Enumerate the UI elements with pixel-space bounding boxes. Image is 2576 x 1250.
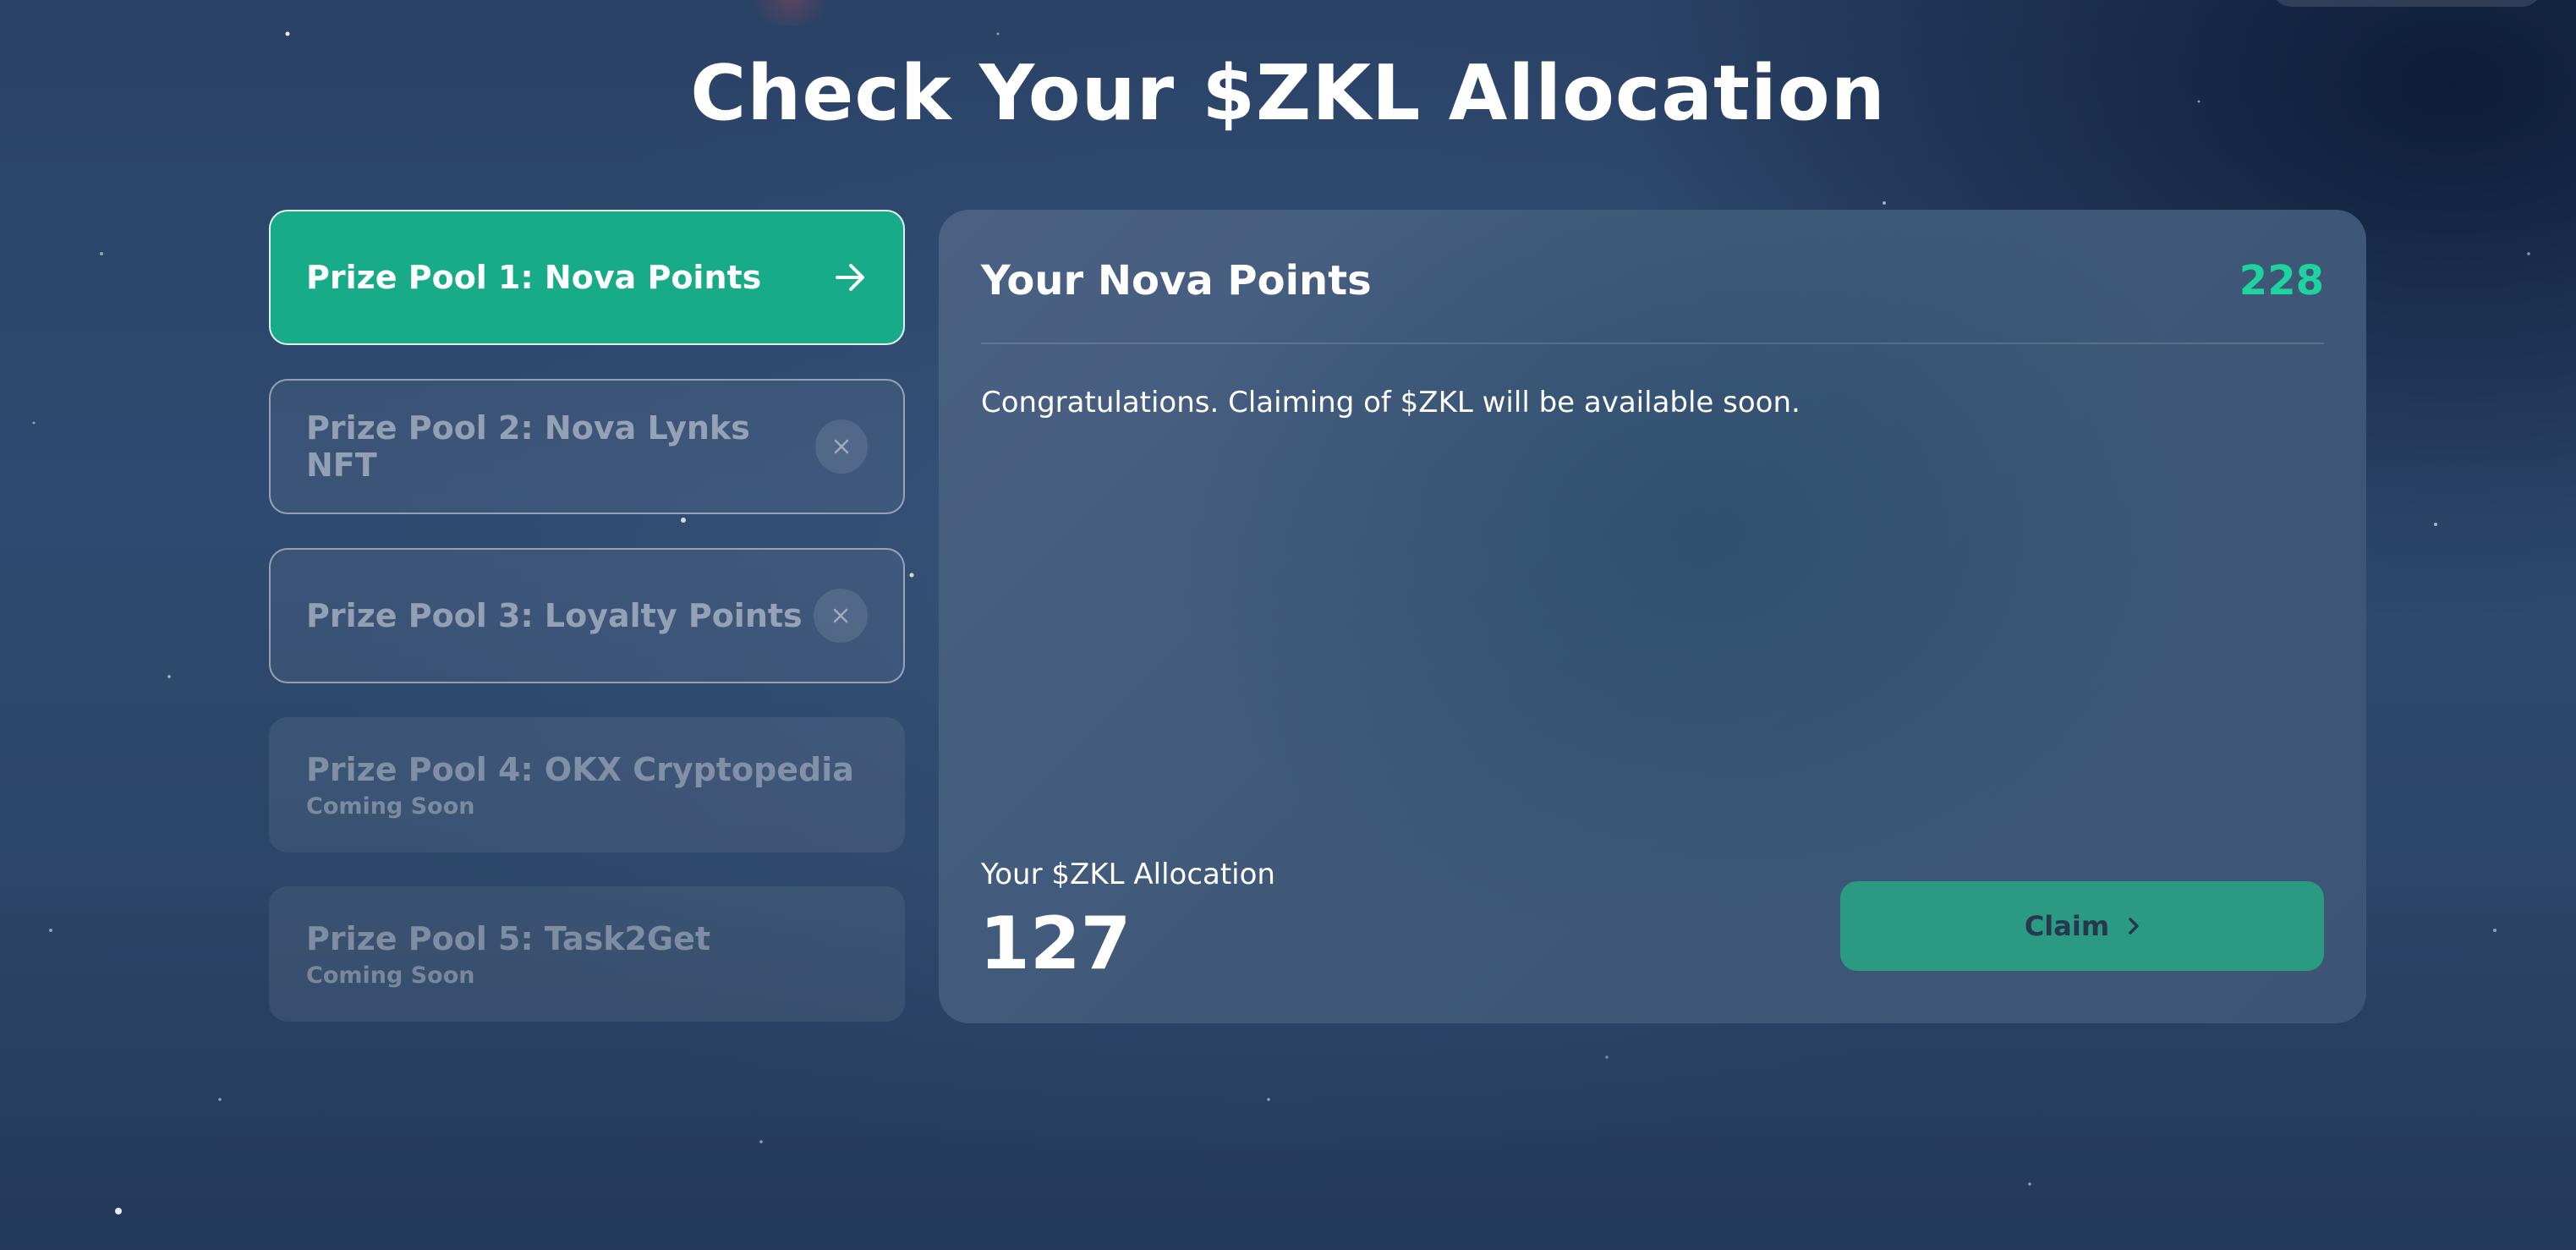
prize-pool-3-tab[interactable]: Prize Pool 3: Loyalty Points [269,548,905,683]
status-message: Congratulations. Claiming of $ZKL will b… [981,386,1800,419]
close-icon [814,589,868,643]
prize-pool-5-tab: Prize Pool 5: Task2Get Coming Soon [269,886,905,1022]
prize-pool-label: Prize Pool 2: Nova Lynks NFT [306,409,750,484]
arrow-right-icon [834,260,868,294]
claim-button[interactable]: Claim [1840,881,2324,971]
claim-button-label: Claim [2024,910,2110,942]
prize-pool-label: Prize Pool 1: Nova Points [306,259,762,296]
page-title: Check Your $ZKL Allocation [690,49,1886,138]
allocation-label: Your $ZKL Allocation [981,858,1275,891]
prize-pool-label: Prize Pool 5: Task2Get [306,919,711,957]
close-icon [815,419,868,474]
coming-soon-label: Coming Soon [306,792,475,820]
prize-pool-2-tab[interactable]: Prize Pool 2: Nova Lynks NFT [269,379,905,514]
divider [981,343,2324,344]
prize-pool-label: Prize Pool 3: Loyalty Points [306,597,803,634]
coming-soon-label: Coming Soon [306,962,475,989]
panel-header: Your Nova Points 228 [981,247,2324,315]
nova-points-value: 228 [2239,257,2324,304]
nova-points-panel: Your Nova Points 228 Congratulations. Cl… [939,210,2366,1023]
panel-title: Your Nova Points [981,257,1372,304]
prize-pool-4-tab: Prize Pool 4: OKX Cryptopedia Coming Soo… [269,717,905,853]
prize-pool-1-tab[interactable]: Prize Pool 1: Nova Points [269,210,905,345]
allocation-value: 127 [979,902,1132,986]
chevron-right-icon [2128,910,2140,942]
top-right-button[interactable] [2272,0,2542,7]
decorative-glow [744,0,837,25]
prize-pool-label: Prize Pool 4: OKX Cryptopedia [306,750,854,788]
